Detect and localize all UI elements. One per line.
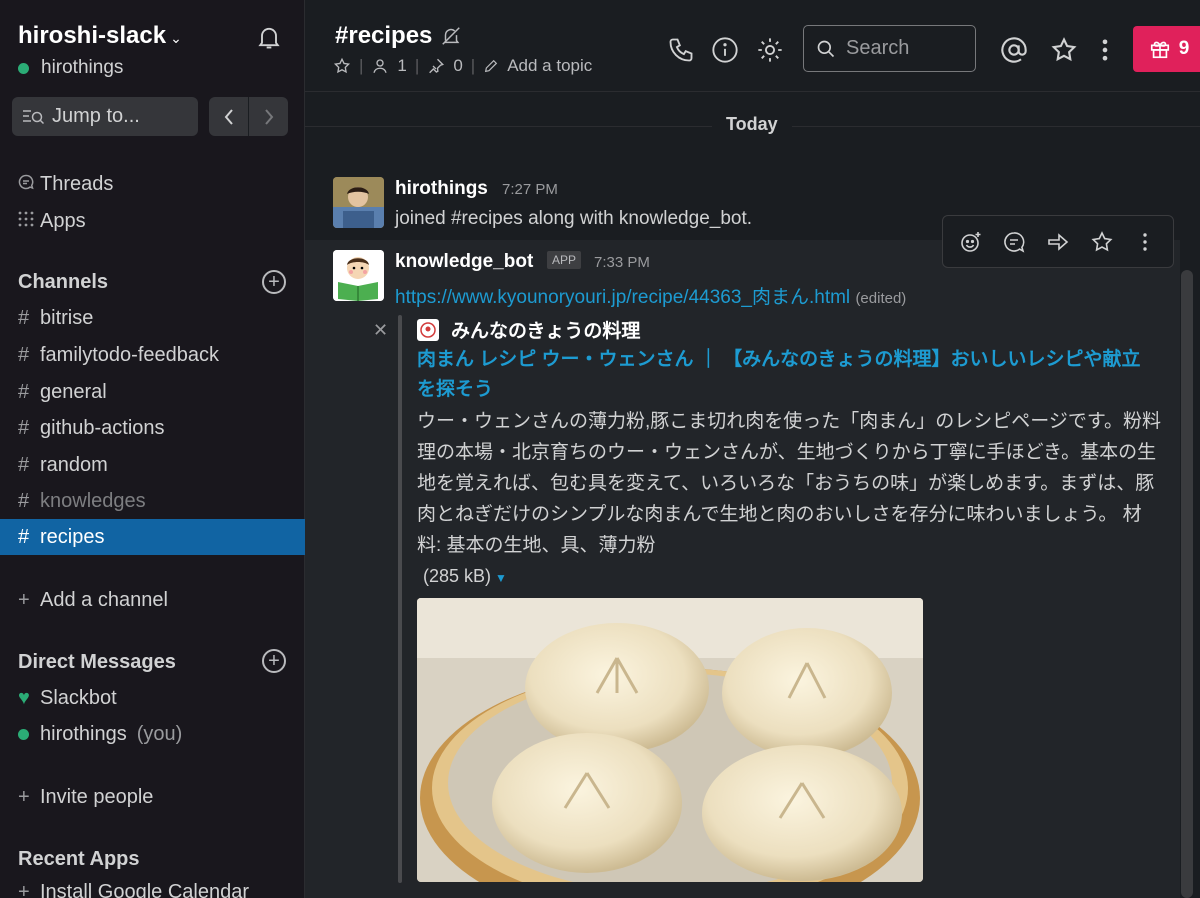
channel-title[interactable]: #recipes xyxy=(335,22,462,50)
plus-icon: + xyxy=(18,785,30,808)
star-icon[interactable] xyxy=(1090,230,1114,254)
star-icon[interactable] xyxy=(333,57,351,75)
recent-apps-heading[interactable]: Recent Apps xyxy=(18,848,140,871)
avatar[interactable] xyxy=(333,177,384,228)
scrollbar[interactable] xyxy=(1181,270,1193,898)
channel-header: #recipes | 1 | 0 | Add a topic Search 9 xyxy=(305,0,1200,92)
bell-icon[interactable] xyxy=(255,23,283,51)
sidebar-item-random[interactable]: # random xyxy=(0,447,305,483)
edited-label: (edited) xyxy=(855,290,907,307)
close-icon[interactable]: ✕ xyxy=(373,320,388,341)
share-icon[interactable] xyxy=(1046,230,1070,254)
phone-icon[interactable] xyxy=(667,36,695,64)
back-button[interactable] xyxy=(209,97,248,136)
pin-count[interactable]: 0 xyxy=(453,56,462,76)
heart-icon: ♥ xyxy=(18,686,30,709)
sidebar-item-bitrise[interactable]: # bitrise xyxy=(0,300,305,336)
bot-avatar[interactable] xyxy=(333,250,384,301)
pin-icon xyxy=(429,58,445,74)
sidebar-item-install-google-calendar[interactable]: + Install Google Calendar xyxy=(0,874,305,898)
sidebar-item-knowledges[interactable]: # knowledges xyxy=(0,483,305,519)
sidebar-item-general[interactable]: # general xyxy=(0,374,305,410)
search-input[interactable]: Search xyxy=(803,25,976,72)
attachment-description: ウー・ウェンさんの薄力粉,豚こま切れ肉を使った「肉まん」のレシピページです。粉料… xyxy=(417,411,1162,556)
jump-icon xyxy=(23,109,44,124)
sidebar-item-apps[interactable]: Apps xyxy=(0,203,305,239)
apps-icon xyxy=(18,210,40,233)
member-count[interactable]: 1 xyxy=(397,56,406,76)
add-topic-link[interactable]: Add a topic xyxy=(507,56,592,76)
threads-icon xyxy=(18,173,40,196)
current-user: hirothings xyxy=(18,57,123,79)
sidebar: hiroshi-slack ⌄ hirothings Jump to... Thr… xyxy=(0,0,305,898)
sidebar-item-familytodo-feedback[interactable]: # familytodo-feedback xyxy=(0,337,305,373)
plus-icon: + xyxy=(18,880,30,898)
plus-icon: + xyxy=(18,588,30,611)
dm-heading[interactable]: Direct Messages xyxy=(18,651,176,674)
message-text: joined #recipes along with knowledge_bot… xyxy=(395,208,753,229)
attachment-bar xyxy=(398,315,402,883)
add-channel-button[interactable]: + Add a channel xyxy=(0,582,305,618)
hash-icon: # xyxy=(18,343,30,366)
invite-people-button[interactable]: + Invite people xyxy=(0,779,305,815)
forward-button[interactable] xyxy=(248,97,288,136)
caret-down-icon: ▼ xyxy=(495,571,507,585)
search-icon xyxy=(817,40,835,57)
attachment-image[interactable] xyxy=(417,598,923,882)
message-actions xyxy=(942,215,1174,268)
message-author[interactable]: knowledge_bot xyxy=(395,251,533,273)
star-icon[interactable] xyxy=(1050,36,1078,64)
more-vertical-icon[interactable] xyxy=(1091,36,1119,64)
message-author[interactable]: hirothings xyxy=(395,178,488,200)
jump-to-button[interactable]: Jump to... xyxy=(12,97,198,136)
hash-icon: # xyxy=(18,453,30,476)
gift-icon xyxy=(1150,41,1169,59)
info-icon[interactable] xyxy=(711,36,739,64)
hash-icon: # xyxy=(18,489,30,512)
member-icon xyxy=(373,59,388,73)
app-badge: APP xyxy=(547,251,582,269)
gear-icon[interactable] xyxy=(756,36,784,64)
muted-bell-icon xyxy=(442,27,461,45)
pencil-icon xyxy=(485,59,498,73)
message-time[interactable]: 7:27 PM xyxy=(502,181,558,198)
site-favicon-icon xyxy=(417,318,439,341)
sidebar-item-recipes[interactable]: # recipes xyxy=(0,519,305,555)
channels-heading[interactable]: Channels xyxy=(18,271,108,294)
add-reaction-icon[interactable] xyxy=(959,230,983,254)
attachment-size[interactable]: (285 kB) ▼ xyxy=(423,566,507,587)
mentions-icon[interactable] xyxy=(1000,36,1028,64)
sidebar-item-hirothings[interactable]: hirothings (you) xyxy=(0,716,305,752)
sidebar-item-github-actions[interactable]: # github-actions xyxy=(0,410,305,446)
hash-icon: # xyxy=(18,416,30,439)
reply-thread-icon[interactable] xyxy=(1002,230,1026,254)
add-dm-icon[interactable]: + xyxy=(262,649,286,673)
presence-dot xyxy=(18,728,29,740)
history-nav xyxy=(209,97,288,136)
sidebar-item-threads[interactable]: Threads xyxy=(0,166,305,202)
hash-icon: # xyxy=(18,525,30,548)
hash-icon: # xyxy=(18,306,30,329)
attachment-site: みんなのきょうの料理 xyxy=(417,316,640,343)
add-channel-icon[interactable]: + xyxy=(262,270,286,294)
presence-dot xyxy=(18,62,29,74)
hash-icon: # xyxy=(18,380,30,403)
attachment-title[interactable]: 肉まん レシピ ウー・ウェンさん ｜ 【みんなのきょうの料理】おいしいレシピや献… xyxy=(417,345,1157,405)
sidebar-item-slackbot[interactable]: ♥ Slackbot xyxy=(0,680,305,716)
chevron-left-icon xyxy=(224,108,233,125)
message-time[interactable]: 7:33 PM xyxy=(594,254,650,271)
chevron-down-icon: ⌄ xyxy=(170,30,182,46)
workspace-name[interactable]: hiroshi-slack ⌄ xyxy=(18,22,182,50)
gift-button[interactable]: 9 xyxy=(1133,26,1200,72)
recipe-link[interactable]: https://www.kyounoryouri.jp/recipe/44363… xyxy=(395,282,906,309)
channel-meta: | 1 | 0 | Add a topic xyxy=(333,56,592,76)
chevron-right-icon xyxy=(264,108,273,125)
more-vertical-icon[interactable] xyxy=(1133,230,1157,254)
date-divider: Today xyxy=(712,114,792,135)
